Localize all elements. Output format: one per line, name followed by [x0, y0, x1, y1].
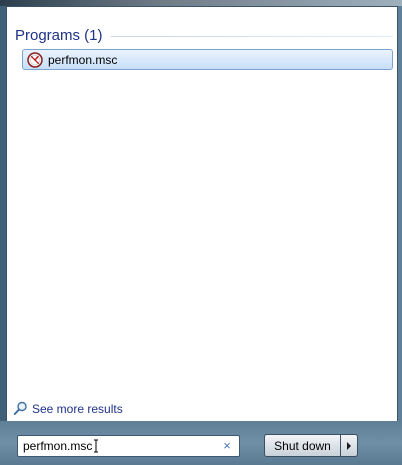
group-title[interactable]: Programs (1): [15, 27, 103, 44]
start-menu: Programs (1) perfmon.msc See more result…: [0, 0, 402, 465]
see-more-label: See more results: [32, 401, 123, 416]
shutdown-options-button[interactable]: [340, 434, 358, 457]
shutdown-button[interactable]: Shut down: [264, 434, 340, 457]
triangle-right-icon: [347, 441, 351, 450]
search-box[interactable]: ×: [17, 435, 240, 457]
group-divider: [110, 36, 393, 37]
perfmon-icon: [27, 51, 43, 68]
search-input[interactable]: [18, 437, 218, 455]
programs-group-header: Programs (1): [15, 26, 393, 44]
search-results-panel: Programs (1) perfmon.msc: [6, 6, 398, 393]
search-magnifier-icon: [13, 401, 27, 415]
see-more-results-link[interactable]: See more results: [13, 401, 123, 416]
result-label: perfmon.msc: [48, 52, 118, 67]
result-item-perfmon[interactable]: perfmon.msc: [22, 49, 393, 70]
clear-search-icon[interactable]: ×: [218, 437, 236, 455]
shutdown-controls: Shut down: [264, 434, 358, 457]
